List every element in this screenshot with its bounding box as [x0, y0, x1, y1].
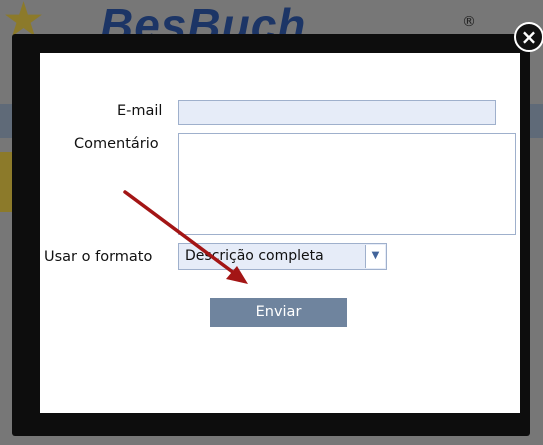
registered-mark: ® — [462, 14, 476, 30]
background-accent — [0, 152, 12, 212]
comment-textarea[interactable] — [178, 133, 516, 235]
close-button[interactable]: × — [514, 22, 543, 52]
format-selected-value: Descrição completa — [185, 248, 324, 264]
submit-button[interactable]: Enviar — [210, 298, 347, 327]
chevron-down-icon[interactable]: ▼ — [365, 245, 385, 268]
email-label: E-mail — [117, 103, 163, 119]
format-select[interactable]: Descrição completa ▼ — [178, 243, 387, 270]
email-field[interactable] — [178, 100, 496, 125]
format-label: Usar o formato — [44, 249, 153, 265]
comment-label: Comentário — [74, 136, 159, 152]
close-icon[interactable]: × — [521, 25, 538, 49]
